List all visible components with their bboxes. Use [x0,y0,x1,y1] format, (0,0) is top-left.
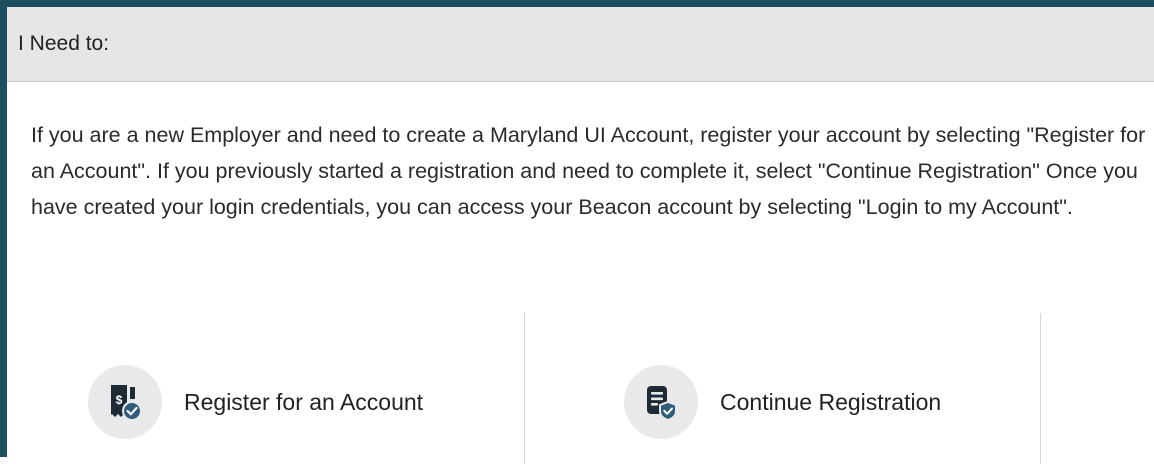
option-divider [1040,313,1041,464]
svg-text:$: $ [116,393,123,407]
register-account-option[interactable]: $ Register for an Account [88,363,423,441]
panel-title: I Need to: [18,32,110,55]
document-shield-check-icon [624,365,698,439]
register-account-label: Register for an Account [184,388,424,415]
options-row: $ Register for an Account Continue Regis… [7,305,1154,464]
action-panel: I Need to: If you are a new Employer and… [0,0,1154,464]
panel-header: I Need to: [7,7,1154,82]
continue-registration-option[interactable]: Continue Registration [624,363,941,441]
option-divider [524,313,525,464]
receipt-dollar-check-icon: $ [88,365,162,439]
intro-text: If you are a new Employer and need to cr… [31,123,1146,219]
continue-registration-label: Continue Registration [720,388,942,415]
